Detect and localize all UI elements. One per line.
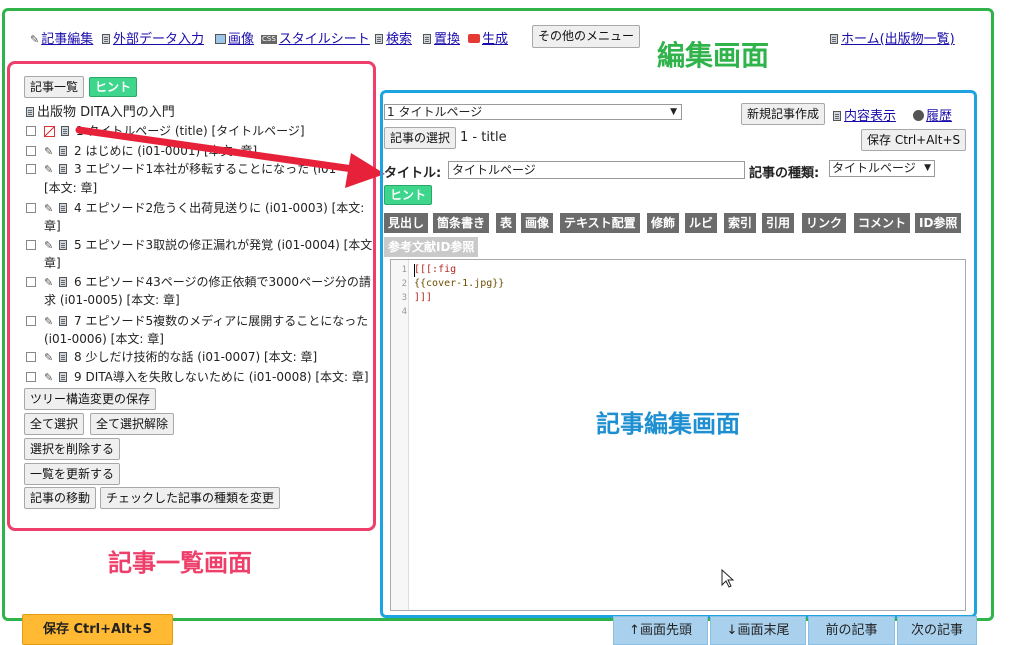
article-edit-screen-label: 記事編集画面 bbox=[596, 410, 740, 438]
article-edit-frame bbox=[380, 90, 977, 618]
edit-screen-label: 編集画面 bbox=[657, 39, 770, 72]
scroll-top-button[interactable]: ↑画面先頭 bbox=[613, 616, 708, 645]
scroll-bottom-button[interactable]: ↓画面末尾 bbox=[710, 616, 806, 645]
prev-article-button[interactable]: 前の記事 bbox=[808, 616, 895, 645]
next-article-button[interactable]: 次の記事 bbox=[897, 616, 977, 645]
red-arrow-icon bbox=[75, 126, 385, 188]
article-list-screen-label: 記事一覧画面 bbox=[108, 549, 252, 577]
bottom-save-button[interactable]: 保存 Ctrl+Alt+S bbox=[22, 614, 173, 645]
